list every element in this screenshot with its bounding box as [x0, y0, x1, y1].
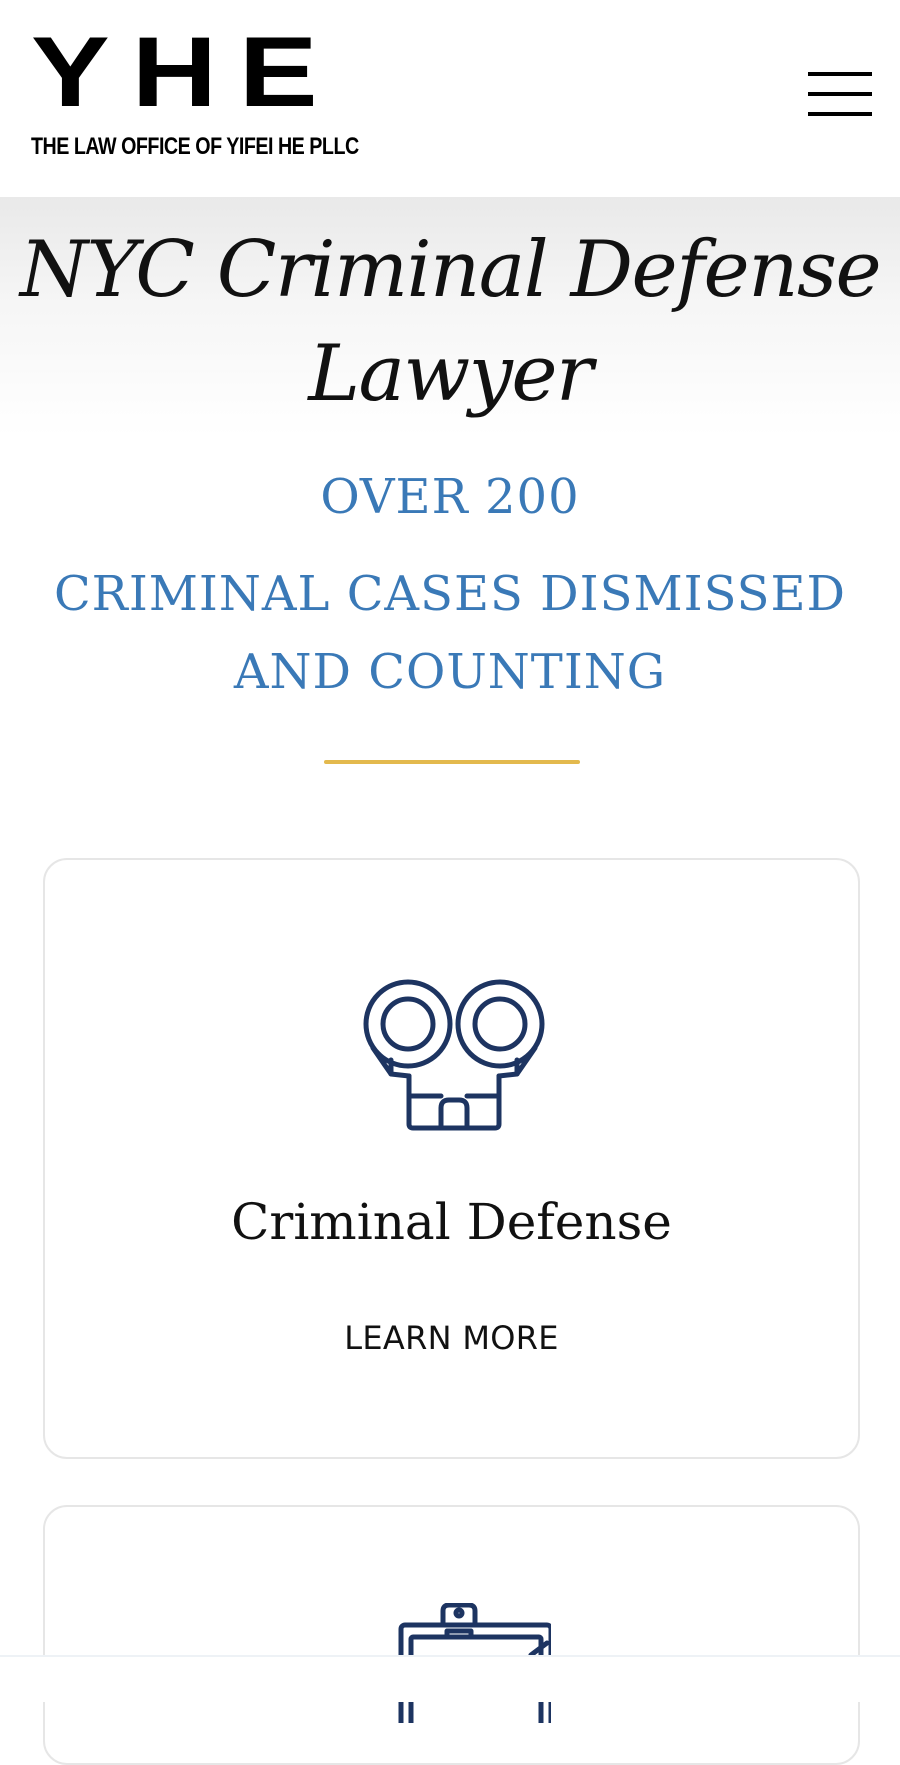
page-title: NYC Criminal Defense Lawyer	[0, 218, 900, 426]
stat-description: CRIMINAL CASES DISMISSED AND COUNTING	[0, 555, 900, 711]
logo-mark: YHE	[31, 32, 336, 113]
section-divider	[324, 760, 580, 764]
logo-subtitle: THE LAW OFFICE OF YIFEI HE PLLC	[31, 133, 359, 160]
practice-card-criminal-defense[interactable]: Criminal Defense LEARN MORE	[43, 858, 860, 1459]
firm-logo[interactable]: YHE THE LAW OFFICE OF YIFEI HE PLLC	[31, 32, 359, 162]
learn-more-link[interactable]: LEARN MORE	[45, 1316, 858, 1360]
card-title: Criminal Defense	[231, 1193, 672, 1251]
stat-description-line2: AND COUNTING	[233, 644, 667, 700]
page-title-line1: NYC Criminal Defense	[19, 225, 882, 315]
stat-description-line1: CRIMINAL CASES DISMISSED	[53, 566, 847, 622]
handcuffs-icon	[363, 979, 545, 1131]
practice-card-second[interactable]	[43, 1505, 860, 1765]
page-title-line2: Lawyer	[308, 329, 593, 419]
browser-bottom-bar	[0, 1655, 900, 1702]
stat-count: OVER 200	[320, 469, 580, 525]
hamburger-icon[interactable]	[808, 72, 874, 118]
site-header: YHE THE LAW OFFICE OF YIFEI HE PLLC	[0, 0, 900, 197]
